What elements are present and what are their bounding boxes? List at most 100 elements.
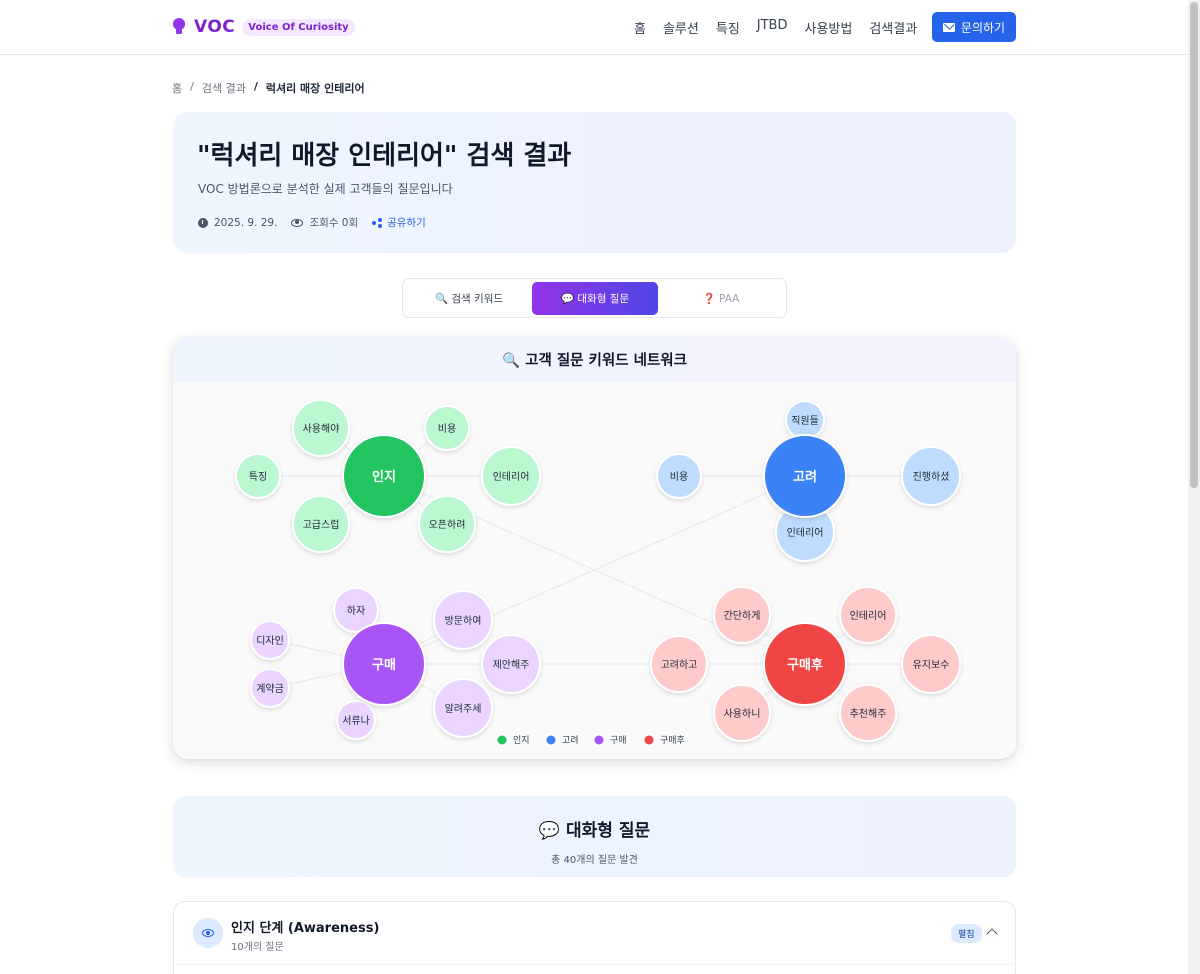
page-subtitle: VOC 방법론으로 분석한 실제 고객들의 질문입니다 (198, 182, 453, 196)
hero-panel: "럭셔리 매장 인테리어" 검색 결과 VOC 방법론으로 분석한 실제 고객들… (173, 112, 1016, 253)
eye-icon (202, 929, 214, 937)
meta-row: 2025. 9. 29. 조회수 0회 공유하기 (198, 215, 440, 230)
share-text: 공유하기 (387, 217, 426, 229)
date-item: 2025. 9. 29. (198, 217, 277, 229)
top-header: VOC Voice Of Curiosity 홈 솔루션 특징 JTBD 사용방… (0, 0, 1188, 55)
stage-card-awareness[interactable]: 인지 단계 (Awareness) 10개의 질문 펼침 (173, 901, 1017, 974)
breadcrumb: 홈 / 검색 결과 / 럭셔리 매장 인테리어 (172, 80, 365, 96)
chevron-up-icon[interactable] (986, 928, 998, 940)
stage-hub-node[interactable]: 인지 (342, 434, 426, 518)
keyword-node[interactable]: 고려하고 (650, 635, 708, 693)
questions-summary: 총 40개의 질문 발견 (551, 855, 638, 866)
views-item: 조회수 0회 (291, 215, 358, 230)
logo-text: VOC (194, 17, 236, 37)
keyword-node-label: 제안해주 (493, 658, 530, 671)
keyword-node[interactable]: 직원들 (785, 400, 825, 440)
nav-solution[interactable]: 솔루션 (663, 18, 699, 37)
tab-keywords[interactable]: 🔍 검색 키워드 (406, 282, 532, 315)
keyword-node[interactable]: 비용 (424, 405, 470, 451)
share-link[interactable]: 공유하기 (372, 215, 426, 230)
questions-title: 💬 대화형 질문 (538, 821, 651, 841)
contact-button[interactable]: 문의하기 (932, 12, 1016, 42)
logo-badge: Voice Of Curiosity (242, 18, 355, 36)
keyword-node[interactable]: 방문하여 (433, 590, 493, 650)
keyword-node-label: 서류나 (342, 715, 370, 727)
keyword-node[interactable]: 계약금 (250, 668, 290, 708)
keyword-node[interactable]: 알려주세 (433, 678, 493, 738)
keyword-node-label: 인테리어 (850, 610, 887, 622)
nav-jtbd[interactable]: JTBD (757, 18, 788, 37)
tab-conversational[interactable]: 💬 대화형 질문 (532, 282, 658, 315)
views-text: 조회수 0회 (309, 217, 359, 229)
nav-features[interactable]: 특징 (716, 18, 740, 37)
keyword-node-label: 고려하고 (661, 658, 698, 671)
keyword-node-label: 오픈하려 (429, 518, 466, 531)
keyword-node[interactable]: 인테리어 (481, 446, 541, 506)
network-canvas: 사용해야 비용 특징 인테리어 고급스럽 오픈하려 인지 직원들 비용 진행하셨 인테리어 고려 하자 방… (173, 382, 1016, 759)
keyword-node-label: 유지보수 (913, 659, 950, 671)
legend-dot (644, 735, 654, 745)
nav-results[interactable]: 검색결과 (869, 18, 917, 37)
stage-hub-label: 인지 (372, 469, 396, 485)
nav-howto[interactable]: 사용방법 (805, 18, 853, 37)
keyword-node[interactable]: 오픈하려 (418, 495, 476, 553)
keyword-node-label: 사용하니 (724, 707, 761, 720)
share-icon (372, 217, 383, 228)
keyword-node[interactable]: 진행하셨 (901, 446, 961, 506)
stage-icon (193, 918, 223, 948)
keyword-node-label: 진행하셨 (913, 470, 950, 483)
keyword-node[interactable]: 사용하니 (713, 684, 771, 742)
keyword-node[interactable]: 사용해야 (292, 399, 350, 457)
keyword-network-card: 🔍 고객 질문 키워드 네트워크 사용해야 비용 특징 인테리어 고급스럽 오픈하려 인지 직… (173, 337, 1016, 759)
keyword-node[interactable]: 디자인 (250, 620, 290, 660)
keyword-node[interactable]: 서류나 (336, 700, 376, 740)
keyword-node-label: 인테리어 (493, 471, 530, 483)
network-title: 🔍 고객 질문 키워드 네트워크 (173, 337, 1016, 382)
legend-dot (594, 735, 604, 745)
keyword-node-label: 특징 (249, 471, 267, 483)
keyword-node[interactable]: 비용 (656, 453, 702, 499)
tab-paa[interactable]: ❓ PAA (658, 282, 784, 315)
keyword-node[interactable]: 특징 (235, 453, 281, 499)
keyword-node-label: 계약금 (256, 683, 284, 695)
keyword-node-label: 인테리어 (787, 527, 824, 539)
divider (174, 964, 1017, 965)
envelope-icon (942, 22, 955, 32)
breadcrumb-home[interactable]: 홈 (172, 80, 182, 96)
lightbulb-icon (172, 17, 186, 37)
keyword-node[interactable]: 추천해주 (839, 684, 897, 742)
logo[interactable]: VOC Voice Of Curiosity (172, 17, 355, 37)
keyword-node[interactable]: 제안해주 (481, 634, 541, 694)
result-tabs: 🔍 검색 키워드 💬 대화형 질문 ❓ PAA (402, 278, 787, 318)
keyword-node-label: 사용해야 (303, 422, 340, 435)
breadcrumb-separator: / (190, 80, 194, 93)
legend-label: 구매후 (660, 735, 685, 746)
stage-hub-node[interactable]: 구매후 (763, 622, 847, 706)
keyword-node-label: 추천해주 (850, 707, 887, 720)
keyword-node[interactable]: 유지보수 (901, 634, 961, 694)
scrollbar[interactable] (1188, 0, 1200, 974)
legend-item: 구매후 (644, 735, 685, 746)
stage-hub-label: 구매 (372, 658, 396, 673)
keyword-node-label: 비용 (438, 423, 456, 435)
page-title: "럭셔리 매장 인테리어" 검색 결과 (197, 141, 572, 171)
keyword-node[interactable]: 고급스럽 (292, 495, 350, 553)
nav-home[interactable]: 홈 (634, 18, 646, 37)
scrollbar-thumb[interactable] (1190, 2, 1198, 488)
stage-hub-node[interactable]: 고려 (763, 434, 847, 518)
keyword-node-label: 간단하게 (724, 609, 761, 622)
keyword-node-label: 방문하여 (445, 614, 482, 627)
breadcrumb-results[interactable]: 검색 결과 (202, 80, 246, 96)
legend-label: 구매 (610, 735, 627, 746)
eye-icon (291, 218, 304, 227)
legend-dot (546, 735, 556, 745)
legend-dot (497, 735, 507, 745)
keyword-node-label: 알려주세 (445, 703, 482, 715)
stage-hub-node[interactable]: 구매 (342, 622, 426, 706)
legend-item: 인지 (497, 735, 530, 746)
stage-toggle-badge[interactable]: 펼침 (951, 924, 982, 943)
keyword-node[interactable]: 인테리어 (839, 586, 897, 644)
keyword-node[interactable]: 간단하게 (713, 586, 771, 644)
legend-label: 인지 (513, 735, 530, 746)
legend-item: 고려 (546, 735, 579, 746)
